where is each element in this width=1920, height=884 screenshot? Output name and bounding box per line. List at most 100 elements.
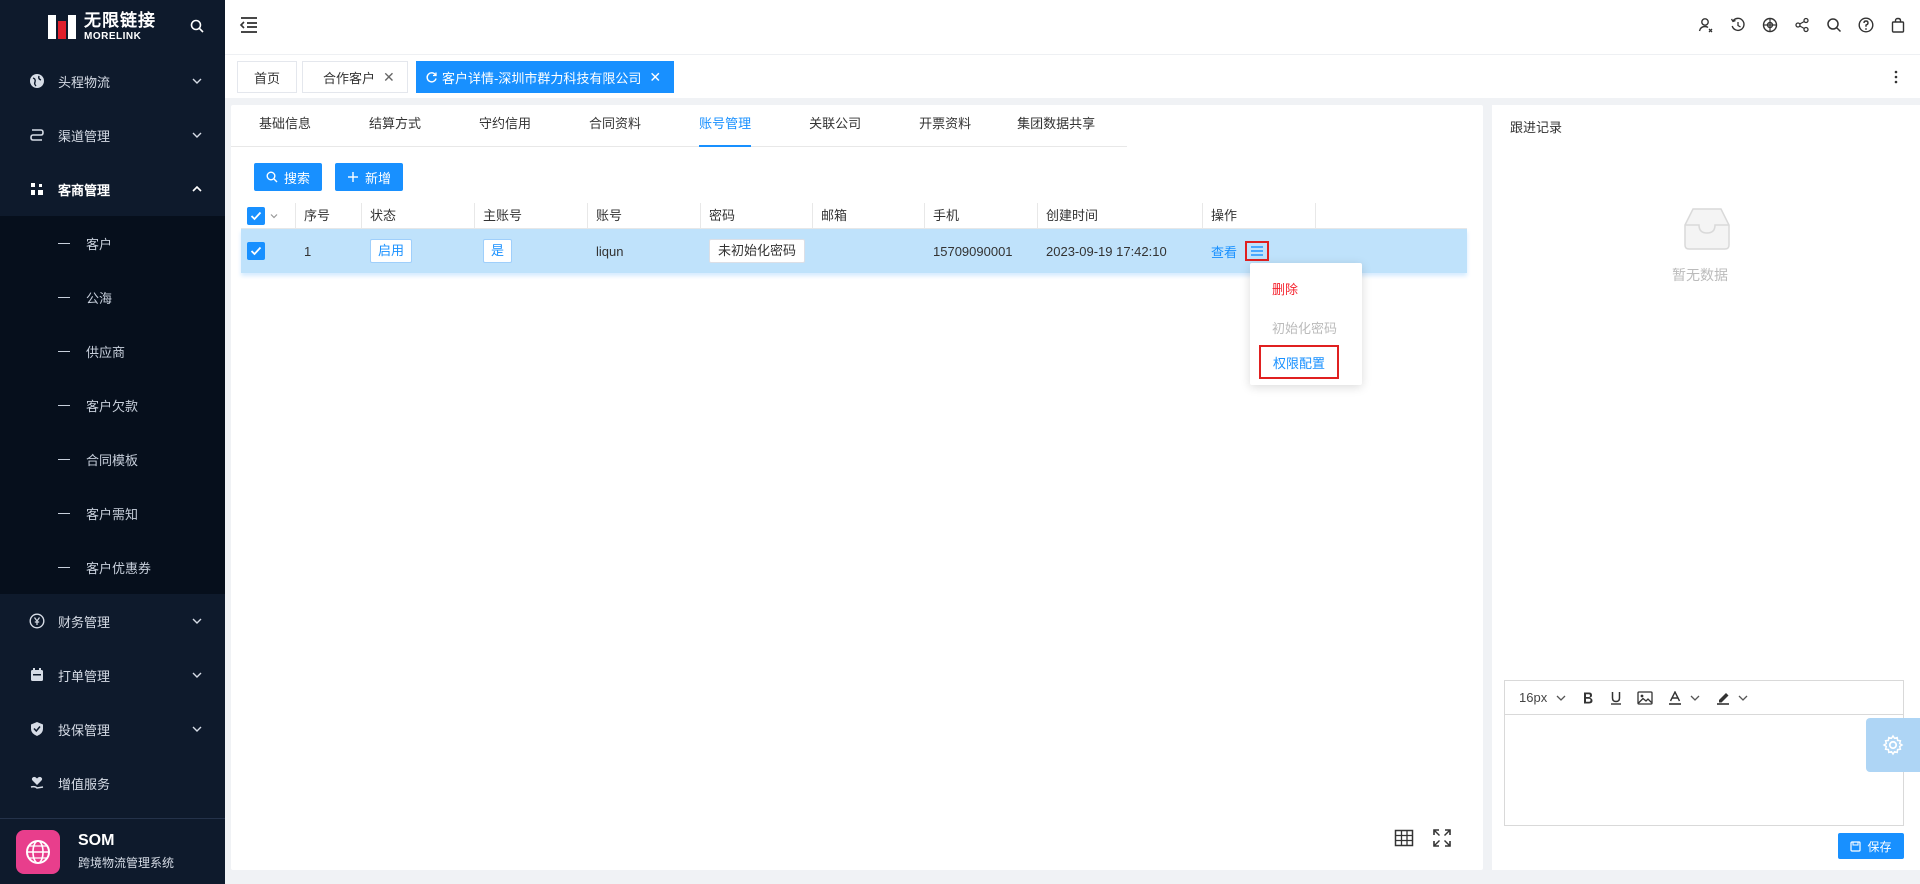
tab-invoice-info[interactable]: 开票资料 — [919, 105, 971, 147]
sidebar-subitem-debt[interactable]: 客户欠款 — [0, 378, 225, 432]
tab-basic-info[interactable]: 基础信息 — [259, 105, 311, 147]
chevron-down-icon[interactable] — [269, 211, 279, 221]
tab-home[interactable]: 首页 — [237, 61, 297, 93]
sidebar-item-merchant[interactable]: 客商管理 — [0, 162, 225, 216]
status-cell: 启用 — [362, 229, 475, 273]
tab-credit[interactable]: 守约信用 — [479, 105, 531, 147]
underline-icon[interactable] — [1609, 691, 1623, 705]
sidebar-subitem-label: 公海 — [86, 290, 113, 306]
list-menu-icon — [1251, 246, 1264, 256]
editor-content-area[interactable] — [1505, 715, 1903, 825]
menu-collapse-icon[interactable] — [239, 16, 259, 34]
select-all-checkbox[interactable] — [247, 207, 265, 225]
heart-hand-icon — [28, 774, 46, 792]
more-vertical-icon[interactable] — [1894, 69, 1898, 85]
font-size-value: 16px — [1519, 690, 1548, 705]
sidebar-subitem-public-pool[interactable]: 公海 — [0, 270, 225, 324]
search-icon[interactable] — [1826, 17, 1842, 33]
more-actions-button[interactable] — [1245, 241, 1270, 261]
tab-customer-detail[interactable]: 客户详情-深圳市群力科技有限公司 ✕ — [416, 61, 675, 93]
image-icon[interactable] — [1637, 690, 1653, 705]
user-switch-icon[interactable] — [1698, 17, 1714, 33]
refresh-icon[interactable] — [425, 71, 438, 84]
bold-icon[interactable] — [1581, 691, 1595, 705]
sidebar-item-finance[interactable]: 财务管理 — [0, 594, 225, 648]
users-icon — [28, 180, 46, 198]
highlight-select[interactable] — [1715, 691, 1749, 705]
row-checkbox[interactable] — [247, 242, 265, 260]
sidebar-subitem-contract-template[interactable]: 合同模板 — [0, 432, 225, 486]
chevron-down-icon — [192, 132, 202, 138]
sidebar-item-channel[interactable]: 渠道管理 — [0, 108, 225, 162]
help-icon[interactable] — [1858, 17, 1874, 33]
delete-menu-item[interactable]: 删除 — [1272, 279, 1298, 298]
brand-name-en: MORELINK — [84, 31, 142, 42]
sidebar-subitem-coupon[interactable]: 客户优惠券 — [0, 540, 225, 594]
follow-up-panel: 跟进记录 暂无数据 16px 保存 — [1492, 105, 1920, 870]
sidebar-item-label: 财务管理 — [58, 614, 111, 630]
chevron-down-icon — [192, 672, 202, 678]
share-icon[interactable] — [1794, 17, 1810, 33]
globe-icon — [28, 72, 46, 90]
close-icon[interactable]: ✕ — [649, 69, 661, 86]
tab-related-companies[interactable]: 关联公司 — [809, 105, 861, 147]
column-header: 状态 — [362, 203, 475, 229]
search-icon[interactable] — [189, 18, 205, 34]
tab-account-management[interactable]: 账号管理 — [699, 105, 752, 147]
row-index: 1 — [304, 243, 312, 259]
globe-app-icon — [16, 829, 60, 874]
column-header: 序号 — [296, 203, 362, 229]
target-icon[interactable] — [1762, 17, 1778, 33]
calendar-icon — [28, 666, 46, 684]
save-button[interactable]: 保存 — [1838, 833, 1904, 859]
created-time-cell: 2023-09-19 17:42:10 — [1046, 243, 1167, 259]
sidebar-item-label: 增值服务 — [58, 776, 111, 792]
floating-settings-button[interactable] — [1866, 718, 1920, 772]
search-button-label: 搜索 — [284, 170, 311, 186]
tab-group-data-sharing[interactable]: 集团数据共享 — [1017, 105, 1095, 147]
tab-contract[interactable]: 合同资料 — [589, 105, 641, 147]
sidebar-item-order-printing[interactable]: 打单管理 — [0, 648, 225, 702]
system-footer: SOM 跨境物流管理系统 — [0, 818, 225, 884]
sidebar-subitem-label: 客户 — [86, 236, 113, 252]
chevron-down-icon — [192, 618, 202, 624]
init-password-menu-item[interactable]: 初始化密码 — [1272, 318, 1337, 337]
email-cell — [813, 229, 925, 273]
column-header: 邮箱 — [813, 203, 925, 229]
sidebar-subitem-notice[interactable]: 客户需知 — [0, 486, 225, 540]
sidebar-subitem-customer[interactable]: 客户 — [0, 216, 225, 270]
font-color-select[interactable] — [1667, 690, 1701, 705]
bag-icon[interactable] — [1890, 17, 1906, 33]
sidebar-item-insurance[interactable]: 投保管理 — [0, 702, 225, 756]
column-header: 手机 — [925, 203, 1038, 229]
close-icon[interactable]: ✕ — [383, 69, 395, 86]
tab-settlement[interactable]: 结算方式 — [369, 105, 421, 147]
editor-toolbar: 16px — [1505, 681, 1903, 715]
sidebar-subitem-label: 供应商 — [86, 344, 126, 360]
sidebar-item-first-mile[interactable]: 头程物流 — [0, 54, 225, 108]
font-size-select[interactable]: 16px — [1519, 690, 1567, 705]
account-cell: liqun — [596, 243, 624, 259]
empty-text: 暂无数据 — [1672, 267, 1728, 283]
chevron-down-icon — [1690, 695, 1700, 701]
fullscreen-icon[interactable] — [1432, 828, 1452, 848]
chevron-down-icon — [192, 726, 202, 732]
view-link[interactable]: 查看 — [1211, 242, 1237, 261]
brand-logo: 无限链接 MORELINK — [0, 0, 225, 54]
add-button[interactable]: 新增 — [335, 163, 404, 191]
save-button-label: 保存 — [1867, 839, 1892, 854]
chevron-down-icon — [1738, 695, 1748, 701]
search-button[interactable]: 搜索 — [254, 163, 323, 191]
column-header: 密码 — [701, 203, 813, 229]
sidebar-item-value-added[interactable]: 增值服务 — [0, 756, 225, 810]
permission-config-menu-item[interactable]: 权限配置 — [1259, 345, 1339, 379]
gear-icon — [1882, 734, 1904, 756]
table-settings-icon[interactable] — [1394, 828, 1414, 848]
page-tab-bar: 首页 合作客户 ✕ 客户详情-深圳市群力科技有限公司 ✕ — [225, 54, 1920, 98]
refresh-clock-icon[interactable] — [1730, 17, 1746, 33]
column-header: 创建时间 — [1038, 203, 1203, 229]
sidebar-subitem-supplier[interactable]: 供应商 — [0, 324, 225, 378]
brand-name-cn: 无限链接 — [84, 11, 156, 30]
tab-partner-customers[interactable]: 合作客户 ✕ — [302, 61, 408, 93]
chevron-down-icon — [1556, 695, 1566, 701]
